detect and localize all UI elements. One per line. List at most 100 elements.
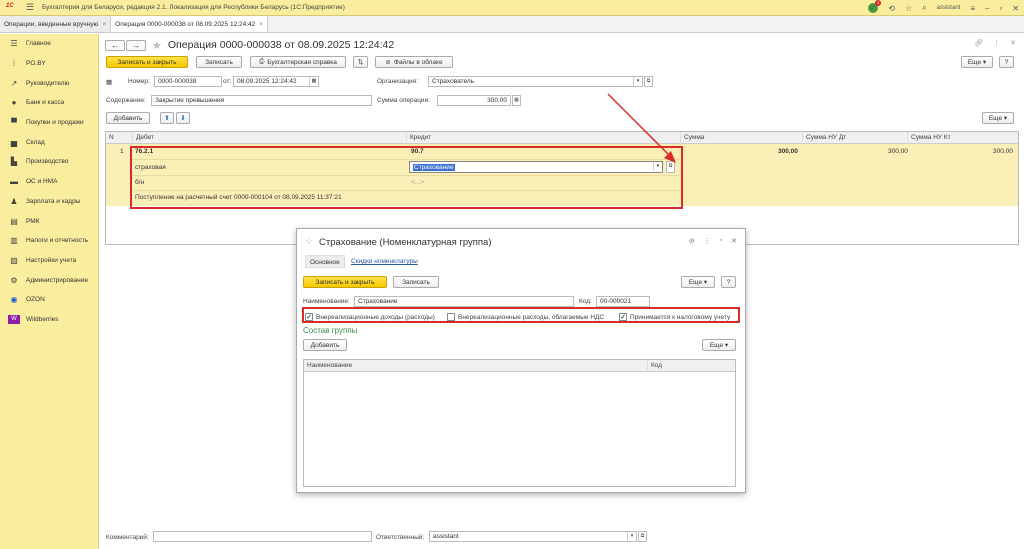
menu-icon: ☰ xyxy=(10,39,18,49)
maximize-icon[interactable]: ▫ xyxy=(720,237,722,245)
number-field[interactable]: 0000-000038 xyxy=(154,76,222,87)
app-logo: 1С xyxy=(6,2,14,9)
settings-doc-icon: ▧ xyxy=(10,255,18,265)
sidebar-item-settings[interactable]: ▧ Настройки учета xyxy=(0,251,98,271)
more-button[interactable]: Еще ▾ xyxy=(961,56,993,68)
col-sum-nu-dt: Сумма НУ Дт xyxy=(802,132,907,144)
search-icon[interactable]: ⌕ xyxy=(922,3,926,13)
accounting-reference-button[interactable]: ⎙ Бухгалтерская справка xyxy=(250,56,346,68)
favorites-icon[interactable]: ☆ xyxy=(905,4,912,13)
sidebar-item-manager[interactable]: ↗ Руководителю xyxy=(0,73,98,93)
wildberries-icon: W xyxy=(8,314,20,324)
move-up-icon[interactable]: ⬆ xyxy=(160,112,174,124)
tab-operation-38[interactable]: Операция 0000-000038 от 08.09.2025 12:24… xyxy=(111,16,269,32)
favorite-star-icon[interactable]: ☆ xyxy=(305,236,313,247)
sidebar-item-taxes[interactable]: ▥ Налоги и отчетность xyxy=(0,231,98,251)
trend-icon: ↗ xyxy=(10,78,18,88)
save-button[interactable]: Записать xyxy=(196,56,242,68)
back-button[interactable]: ← xyxy=(105,39,125,51)
sidebar-item-assets[interactable]: ▬ ОС и НМА xyxy=(0,172,98,192)
code-label: Код: xyxy=(579,298,592,305)
content-field[interactable]: Закрытие превышения xyxy=(151,95,372,106)
name-field[interactable]: Страхование xyxy=(354,296,574,307)
tab-main[interactable]: Основное xyxy=(305,255,345,268)
add-row-button[interactable]: Добавить xyxy=(106,112,150,124)
row-sum-nu-kt[interactable]: 300,00 xyxy=(993,148,1013,155)
minimize-icon[interactable]: – xyxy=(985,4,989,13)
more-vert-icon[interactable]: ⋮ xyxy=(993,39,1000,47)
save-close-button[interactable]: Записать и закрыть xyxy=(106,56,188,68)
sidebar-item-poby[interactable]: ⁝ PO.BY xyxy=(0,54,98,74)
factory-icon: ▙ xyxy=(10,157,18,167)
more-vert-icon[interactable]: ⋮ xyxy=(704,237,711,245)
sidebar-item-ozon[interactable]: ◉ OZON xyxy=(0,290,98,310)
sidebar-item-warehouse[interactable]: ▅ Склад xyxy=(0,132,98,152)
lines-icon: ⁝ xyxy=(12,59,16,69)
history-icon[interactable]: ⟲ xyxy=(888,4,895,13)
comment-field[interactable] xyxy=(153,531,372,542)
dropdown-icon[interactable]: ▾ xyxy=(627,532,636,541)
operation-sum-field[interactable]: 300,00 xyxy=(437,95,511,106)
close-icon[interactable]: × xyxy=(259,21,263,28)
sidebar-item-purchases[interactable]: ▀ Покупки и продажи xyxy=(0,113,98,133)
sidebar-item-rmk[interactable]: ▤ РМК xyxy=(0,211,98,231)
calculator-icon[interactable]: ▦ xyxy=(512,95,521,106)
close-icon[interactable]: ✕ xyxy=(1010,39,1016,47)
sidebar-item-bank[interactable]: ● Банк и касса xyxy=(0,93,98,113)
tab-operations-manual[interactable]: Операции, введенные вручную × xyxy=(0,16,112,32)
dialog-more-button[interactable]: Еще ▾ xyxy=(681,276,715,288)
cloud-files-button[interactable]: ⊘ Файлы в облаке xyxy=(375,56,453,68)
nomenclature-group-dialog: ☆ Страхование (Номенклатурная группа) ⊘ … xyxy=(296,228,746,493)
dialog-title: Страхование (Номенклатурная группа) xyxy=(319,237,492,248)
user-name[interactable]: assistant xyxy=(937,5,961,11)
row-number: 1 xyxy=(120,148,124,155)
operation-sum-label: Сумма операции: xyxy=(377,97,430,104)
code-field[interactable]: 00-000021 xyxy=(596,296,650,307)
report-icon: ▥ xyxy=(10,236,18,246)
date-field[interactable]: 08.09.2025 12:24:42 ▦ xyxy=(233,76,319,87)
open-link-icon[interactable]: ⧉ xyxy=(644,76,653,87)
dialog-save-button[interactable]: Записать xyxy=(393,276,439,288)
dialog-save-close-button[interactable]: Записать и закрыть xyxy=(303,276,387,288)
sidebar-item-main[interactable]: ☰ Главное xyxy=(0,34,98,54)
sidebar-item-salary[interactable]: ♟ Зарплата и кадры xyxy=(0,192,98,212)
name-label: Наименование: xyxy=(303,298,350,305)
link-icon[interactable]: ⊘ xyxy=(689,237,695,245)
organization-field[interactable]: Страхователь ▾ xyxy=(428,76,643,87)
paperclip-icon: ⊘ xyxy=(385,59,391,66)
col-credit: Кредит xyxy=(406,132,680,144)
dialog-more-table-button[interactable]: Еще ▾ xyxy=(702,339,736,351)
help-button[interactable]: ? xyxy=(999,56,1014,68)
sidebar-item-admin[interactable]: ⚙ Администрирование xyxy=(0,270,98,290)
move-down-icon[interactable]: ⬇ xyxy=(176,112,190,124)
more-table-button[interactable]: Еще ▾ xyxy=(982,112,1014,124)
sidebar-item-wildberries[interactable]: W Wildberries xyxy=(0,310,98,330)
dt-kt-icon[interactable]: ⇅ xyxy=(353,56,368,68)
comment-label: Комментарий: xyxy=(106,534,149,541)
close-icon[interactable]: ✕ xyxy=(731,237,737,245)
close-icon[interactable]: × xyxy=(102,21,106,28)
forward-button[interactable]: → xyxy=(126,39,146,51)
link-icon[interactable]: 🔗︎ xyxy=(974,39,983,47)
dialog-add-button[interactable]: Добавить xyxy=(303,339,347,351)
favorite-star-icon[interactable]: ★ xyxy=(152,39,162,52)
responsible-field[interactable]: assistant ▾ xyxy=(429,531,637,542)
settings-menu-icon[interactable]: ≡ xyxy=(970,4,975,13)
page-title: Операция 0000-000038 от 08.09.2025 12:24… xyxy=(167,39,395,51)
printer-icon: ⎙ xyxy=(259,58,265,65)
calendar-icon[interactable]: ▦ xyxy=(309,77,318,86)
notifications-icon[interactable]: ✓ 1 xyxy=(868,0,882,13)
dropdown-icon[interactable]: ▾ xyxy=(633,77,642,86)
row-sum-nu-dt[interactable]: 300,00 xyxy=(888,148,908,155)
app-title: Бухгалтерия для Беларуси, редакция 2.1. … xyxy=(42,4,345,11)
date-label: от: xyxy=(223,78,232,85)
table-header: N Дебет Кредит Сумма Сумма НУ Дт Сумма Н… xyxy=(106,132,1018,144)
open-link-icon[interactable]: ⧉ xyxy=(638,531,647,542)
restore-icon[interactable]: ▫ xyxy=(999,4,1002,13)
dialog-help-button[interactable]: ? xyxy=(721,276,736,288)
tab-discounts[interactable]: Скидки номенклатуры xyxy=(347,255,422,268)
close-icon[interactable]: ✕ xyxy=(1012,4,1019,13)
row-sum[interactable]: 300,00 xyxy=(778,148,798,155)
sidebar-item-production[interactable]: ▙ Производство xyxy=(0,152,98,172)
menu-icon[interactable]: ☰ xyxy=(26,2,34,13)
